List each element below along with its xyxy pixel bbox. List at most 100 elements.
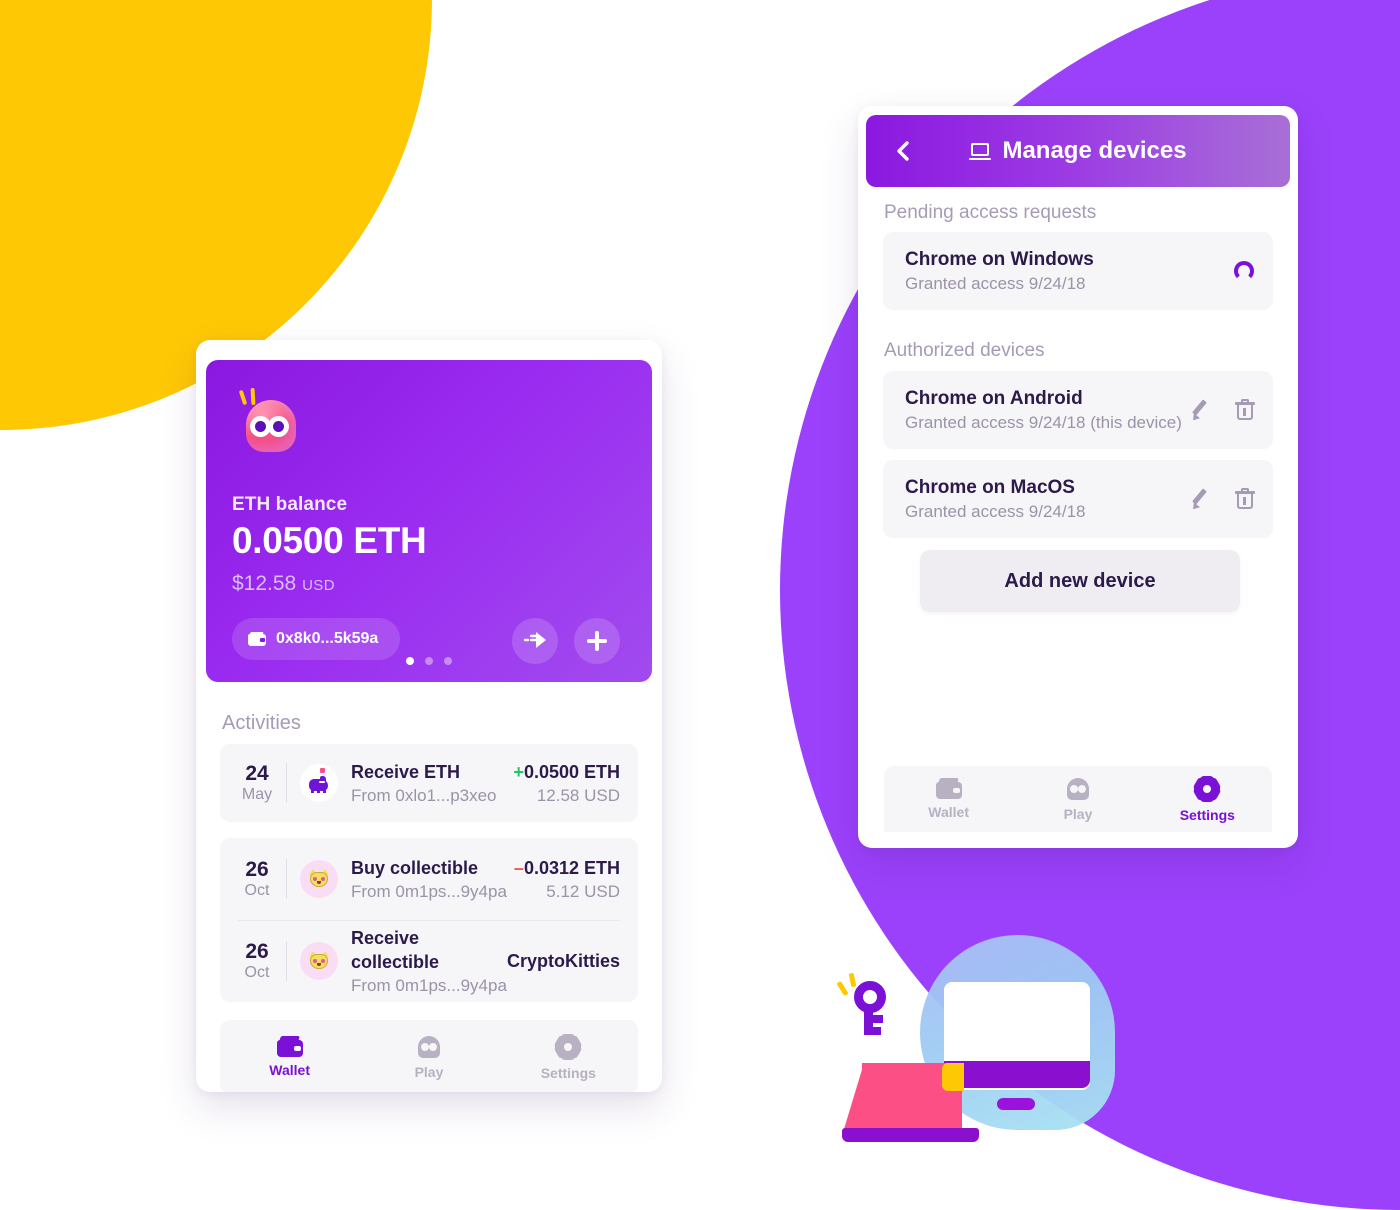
monitor-base-bar (944, 1061, 1090, 1088)
wallet-tabbar: Wallet Play Settings (220, 1020, 638, 1092)
balance-label: ETH balance (232, 494, 348, 515)
balance-usd: $12.58 USD (232, 572, 335, 596)
carousel-dot[interactable] (444, 657, 452, 665)
activity-date: 26 Oct (234, 940, 280, 983)
monitor-foot (997, 1098, 1035, 1110)
device-name: Chrome on MacOS (905, 477, 1075, 498)
trash-icon[interactable] (1235, 399, 1255, 421)
device-actions (1189, 399, 1255, 423)
activity-usd: 12.58 USD (536, 785, 620, 805)
device-meta: Granted access 9/24/18 (905, 502, 1086, 521)
activity-month: Oct (244, 881, 270, 899)
authorized-device-row[interactable]: Chrome on MacOS Granted access 9/24/18 (883, 460, 1273, 538)
devices-phone-frame: Manage devices Pending access requests C… (858, 106, 1298, 848)
device-actions (1233, 260, 1255, 282)
device-meta: Granted access 9/24/18 (905, 274, 1086, 293)
play-blob-icon (1065, 777, 1091, 801)
carousel-dots[interactable] (206, 657, 652, 665)
play-blob-icon (416, 1035, 442, 1059)
activity-amount-sign: + (513, 761, 524, 782)
laptop-icon (969, 142, 992, 160)
activities-title: Activities (222, 712, 301, 734)
activity-date: 24 May (234, 762, 280, 805)
activity-amount: +0.0500 ETH (513, 760, 620, 784)
tab-wallet[interactable]: Wallet (884, 778, 1013, 820)
activity-title: Receive collectible (351, 927, 440, 972)
tab-play[interactable]: Play (359, 1035, 498, 1080)
trash-icon[interactable] (1235, 488, 1255, 510)
activity-day: 26 (245, 857, 269, 881)
plus-icon (587, 631, 607, 651)
activity-row[interactable]: 26 Oct Receive collectible From 0m1ps...… (220, 920, 638, 1002)
add-new-device-button[interactable]: Add new device (920, 550, 1240, 612)
pencil-icon[interactable] (1189, 488, 1209, 512)
activity-amount-value: CryptoKitties (506, 951, 620, 971)
activity-amounts: –0.0312 ETH 5.12 USD (514, 856, 620, 903)
mascot-blob-icon (232, 387, 300, 456)
device-info: Chrome on MacOS Granted access 9/24/18 (905, 475, 1189, 523)
authorized-device-row[interactable]: Chrome on Android Granted access 9/24/18… (883, 371, 1273, 449)
yellow-accent-tab (942, 1063, 964, 1091)
tab-settings[interactable]: Settings (499, 1033, 638, 1081)
tab-wallet-label: Wallet (928, 804, 970, 820)
activity-day: 24 (245, 761, 269, 785)
tab-play-label: Play (414, 1063, 444, 1080)
carousel-dot[interactable] (406, 657, 414, 665)
tab-wallet-label: Wallet (269, 1062, 311, 1078)
activity-row[interactable]: 24 May Receive ETH From 0xlo1...p3xeo +0… (220, 744, 638, 822)
activity-title: Buy collectible (351, 857, 479, 878)
device-actions (1189, 488, 1255, 512)
pending-device-row[interactable]: Chrome on Windows Granted access 9/24/18 (883, 232, 1273, 310)
device-name: Chrome on Windows (905, 249, 1094, 270)
device-meta: Granted access 9/24/18 (this device) (905, 413, 1182, 432)
activity-card: 24 May Receive ETH From 0xlo1...p3xeo +0… (220, 744, 638, 822)
carousel-dot[interactable] (425, 657, 433, 665)
wallet-address-text: 0x8k0...5k59a (276, 630, 379, 647)
tab-play[interactable]: Play (1013, 777, 1142, 822)
cryptokitty-icon (300, 942, 338, 980)
page-title-text: Manage devices (1002, 137, 1187, 164)
balance-amount: 0.0500 ETH (232, 520, 427, 561)
laptop-lid-slant (844, 1063, 864, 1129)
activity-subtitle: From 0xlo1...p3xeo (351, 785, 497, 805)
activity-title: Receive ETH (351, 761, 461, 782)
tab-settings-label: Settings (1179, 806, 1235, 823)
page-title: Manage devices (866, 137, 1290, 165)
activity-amount-sign: – (513, 857, 524, 878)
tab-settings[interactable]: Settings (1143, 775, 1272, 823)
activity-card: 26 Oct Buy collectible From 0m1ps...9y4p… (220, 838, 638, 1002)
activity-amounts: CryptoKitties (507, 949, 620, 973)
wallet-icon (935, 778, 962, 799)
pending-requests-title: Pending access requests (884, 202, 1097, 223)
gear-icon (553, 1033, 584, 1060)
device-info: Chrome on Windows Granted access 9/24/18 (905, 247, 1233, 295)
activity-usd: 5.12 USD (546, 881, 620, 901)
pencil-icon[interactable] (1189, 399, 1209, 423)
activity-amount: –0.0312 ETH (514, 856, 620, 880)
activity-month: Oct (244, 963, 270, 981)
eth-balance-card: ETH balance 0.0500 ETH $12.58 USD 0x8k0.… (206, 360, 652, 682)
activity-main: Receive ETH From 0xlo1...p3xeo (338, 760, 513, 807)
wallet-address-chip[interactable]: 0x8k0...5k59a (232, 618, 401, 660)
wallet-icon (276, 1036, 303, 1057)
activity-subtitle: From 0m1ps...9y4pa (351, 881, 507, 901)
tab-play-label: Play (1063, 805, 1093, 822)
device-name: Chrome on Android (905, 388, 1083, 409)
authorized-devices-title: Authorized devices (884, 340, 1045, 361)
divider (286, 941, 287, 981)
piggy-bank-icon (300, 764, 338, 802)
devices-tabbar: Wallet Play Settings (884, 766, 1272, 832)
back-chevron-icon[interactable] (892, 139, 916, 163)
key-icon (836, 972, 896, 1035)
wallet-phone-frame: ETH balance 0.0500 ETH $12.58 USD 0x8k0.… (196, 340, 662, 1092)
divider (286, 859, 287, 899)
activity-row[interactable]: 26 Oct Buy collectible From 0m1ps...9y4p… (220, 838, 638, 921)
pending-spinner-icon[interactable] (1233, 260, 1255, 282)
activity-day: 26 (245, 939, 269, 963)
balance-usd-currency: USD (302, 577, 335, 594)
tab-wallet[interactable]: Wallet (220, 1036, 359, 1078)
devices-header: Manage devices (866, 115, 1290, 187)
wallet-icon (248, 632, 266, 646)
laptop-base (842, 1128, 979, 1142)
balance-usd-value: $12.58 (232, 572, 297, 595)
